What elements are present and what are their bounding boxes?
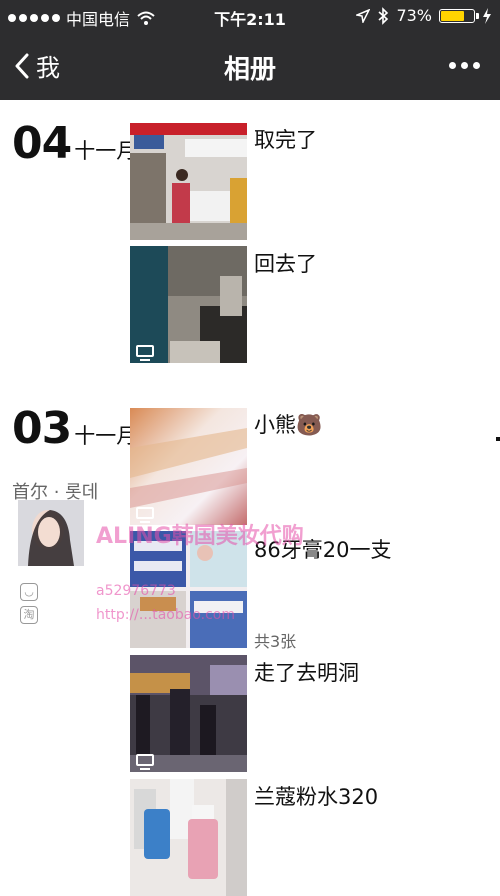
page-title: 相册 <box>223 55 276 85</box>
post-caption: 小熊🐻 <box>254 413 323 437</box>
more-dots-icon[interactable] <box>449 62 480 69</box>
post-caption: 兰蔻粉水320 <box>254 785 379 809</box>
post-thumbnail[interactable] <box>130 779 247 896</box>
date-header: 04 十一月 <box>12 118 137 169</box>
battery-level <box>441 10 464 21</box>
battery-icon <box>439 8 479 23</box>
video-icon <box>136 754 154 770</box>
post-caption: 取完了 <box>254 128 317 152</box>
date-month: 十一月 <box>74 139 138 163</box>
post-thumbnail[interactable] <box>130 655 247 772</box>
bluetooth-icon <box>378 6 389 25</box>
charging-bolt-icon <box>483 7 491 24</box>
status-bar: 中国电信 下午2:11 73% <box>0 0 500 32</box>
scroll-indicator <box>496 437 500 441</box>
post-caption: 走了去明洞 <box>254 661 359 685</box>
photo-count: 共3张 <box>254 632 297 651</box>
post-thumbnail[interactable] <box>130 408 247 525</box>
date-day: 04 <box>12 118 72 169</box>
watermark-brand: ALING韩国美妆代购 <box>96 524 304 549</box>
date-month: 十一月 <box>74 424 138 448</box>
watermark-id: a52976773 <box>96 583 176 599</box>
date-header: 03 十一月 <box>12 403 137 454</box>
video-icon <box>136 345 154 361</box>
date-day: 03 <box>12 403 72 454</box>
post-thumbnail[interactable] <box>130 123 247 240</box>
battery-percent: 73% <box>396 6 432 25</box>
watermark-url: http://...taobao.com <box>96 607 236 623</box>
wechat-icon: ◡ <box>20 583 38 601</box>
airport-counter-photo <box>130 123 247 240</box>
nav-bar: 我 相册 <box>0 32 500 100</box>
profile-photo <box>18 500 84 566</box>
post-thumbnail[interactable] <box>130 246 247 363</box>
post-caption: 回去了 <box>254 252 317 276</box>
status-right: 73% <box>356 6 492 25</box>
location-arrow-icon <box>356 8 371 23</box>
taobao-icon: 淘 <box>20 606 38 624</box>
avatar[interactable] <box>18 500 84 566</box>
cosmetics-bottles-photo <box>130 779 247 896</box>
